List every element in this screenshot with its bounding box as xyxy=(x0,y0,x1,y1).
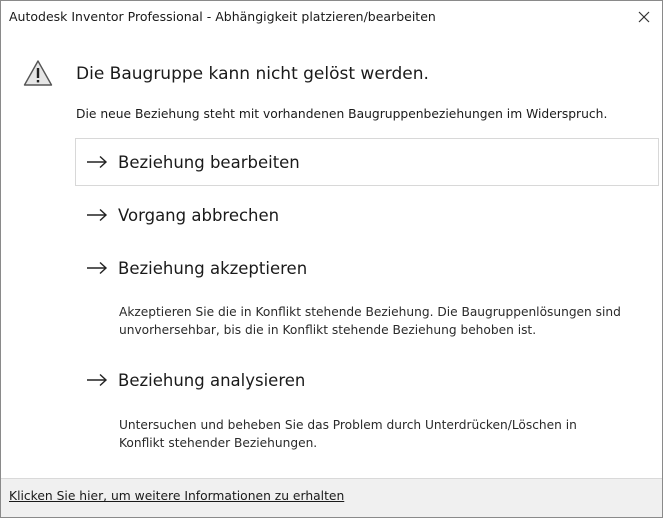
arrow-right-icon xyxy=(87,373,108,387)
command-link-beziehung-analysieren[interactable]: Beziehung analysieren xyxy=(75,356,659,404)
content-text: Die neue Beziehung steht mit vorhandenen… xyxy=(76,107,608,121)
more-info-link[interactable]: Klicken Sie hier, um weitere Information… xyxy=(9,489,344,503)
close-icon xyxy=(638,11,650,23)
dialog-content: Die Baugruppe kann nicht gelöst werden. … xyxy=(1,33,662,478)
command-link-beziehung-akzeptieren[interactable]: Beziehung akzeptieren xyxy=(75,244,659,292)
command-link-note: Akzeptieren Sie die in Konflikt stehende… xyxy=(119,303,659,339)
command-link-label: Beziehung analysieren xyxy=(118,370,306,390)
note-line: Konflikt stehender Beziehungen. xyxy=(119,436,318,450)
warning-icon xyxy=(23,60,53,86)
title-bar: Autodesk Inventor Professional - Abhängi… xyxy=(1,1,662,33)
command-link-note: Untersuchen und beheben Sie das Problem … xyxy=(119,416,659,452)
command-link-beziehung-bearbeiten[interactable]: Beziehung bearbeiten xyxy=(75,138,659,186)
command-link-label: Vorgang abbrechen xyxy=(118,205,280,225)
main-instruction: Die Baugruppe kann nicht gelöst werden. xyxy=(76,64,429,84)
arrow-right-icon xyxy=(87,155,108,169)
note-line: unvorhersehbar, bis die in Konflikt steh… xyxy=(119,323,537,337)
command-link-vorgang-abbrechen[interactable]: Vorgang abbrechen xyxy=(75,191,659,239)
note-line: Untersuchen und beheben Sie das Problem … xyxy=(119,418,577,432)
close-button[interactable] xyxy=(626,1,662,33)
task-dialog: Autodesk Inventor Professional - Abhängi… xyxy=(0,0,663,518)
window-title: Autodesk Inventor Professional - Abhängi… xyxy=(9,9,436,24)
note-line: Akzeptieren Sie die in Konflikt stehende… xyxy=(119,305,621,319)
command-link-label: Beziehung akzeptieren xyxy=(118,258,308,278)
arrow-right-icon xyxy=(87,261,108,275)
command-link-label: Beziehung bearbeiten xyxy=(118,152,300,172)
arrow-right-icon xyxy=(87,208,108,222)
dialog-footer: Klicken Sie hier, um weitere Information… xyxy=(1,478,662,517)
